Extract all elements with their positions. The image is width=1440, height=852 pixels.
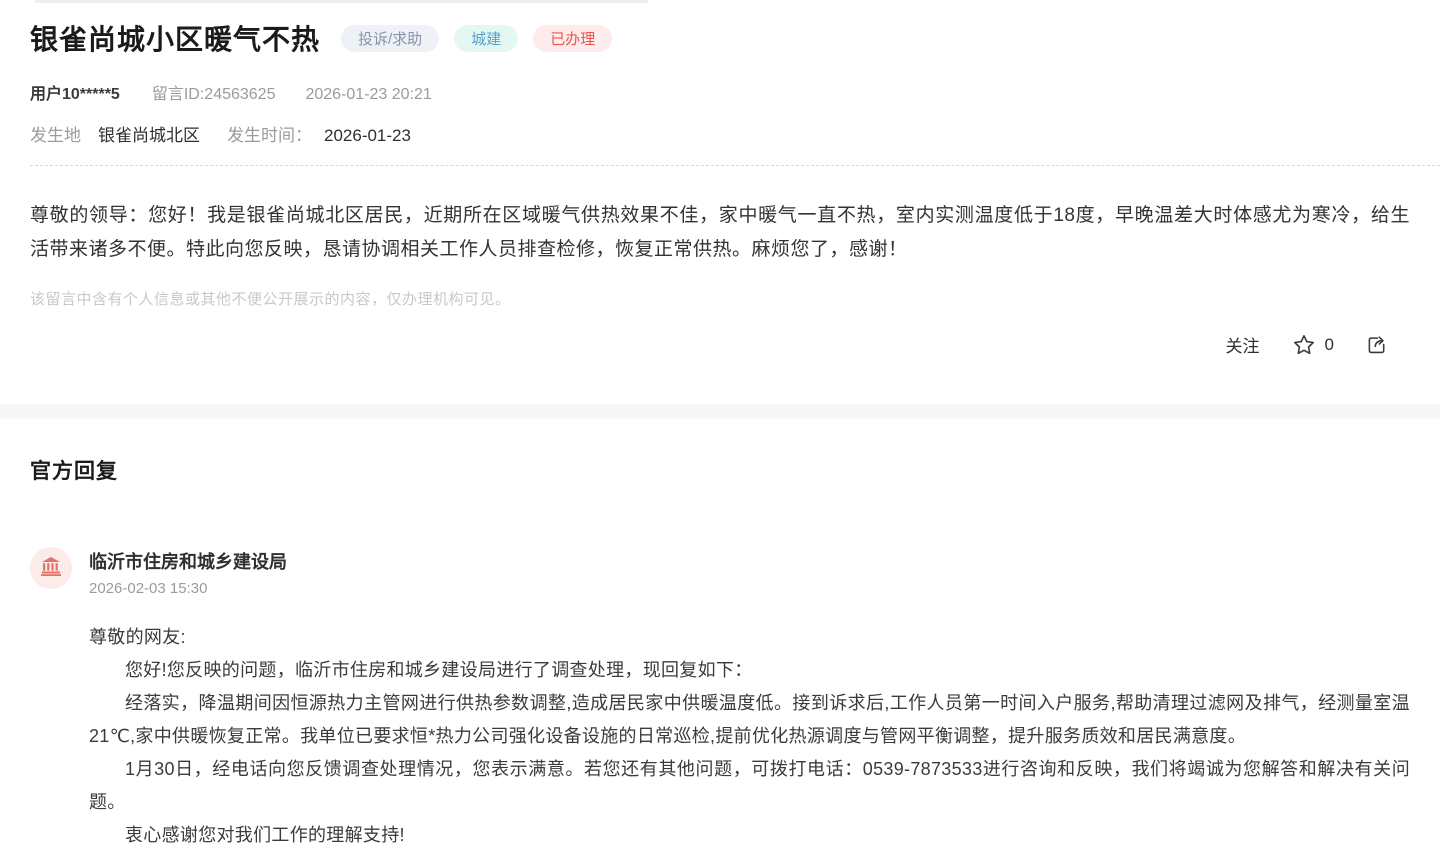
dashed-divider <box>30 165 1440 166</box>
star-count: 0 <box>1325 335 1334 355</box>
reply-paragraph: 尊敬的网友: <box>89 621 1410 654</box>
reply-paragraph: 1月30日，经电话向您反馈调查处理情况，您表示满意。若您还有其他问题，可拨打电话… <box>89 753 1410 819</box>
reply-timestamp: 2026-02-03 15:30 <box>89 580 287 597</box>
location-meta-row: 发生地 银雀尚城北区 发生时间： 2026-01-23 <box>30 121 1410 146</box>
post-title: 银雀尚城小区暖气不热 <box>30 18 320 58</box>
follow-label: 关注 <box>1226 332 1260 357</box>
share-button[interactable] <box>1366 334 1388 356</box>
reply-author-card: 临沂市住房和城乡建设局 2026-02-03 15:30 <box>30 547 1410 597</box>
occur-time-label: 发生时间： <box>227 121 312 146</box>
top-edge-divider <box>35 0 648 3</box>
complaint-detail-page: { "post": { "title": "银雀尚城小区暖气不热", "tags… <box>0 0 1440 799</box>
location-value: 银雀尚城北区 <box>98 121 200 146</box>
star-button[interactable]: 0 <box>1292 333 1334 357</box>
message-id: 留言ID:24563625 <box>152 80 276 104</box>
agency-info: 临沂市住房和城乡建设局 2026-02-03 15:30 <box>89 547 287 597</box>
status-badge: 已办理 <box>533 25 612 52</box>
agency-name[interactable]: 临沂市住房和城乡建设局 <box>89 548 287 574</box>
section-divider-band <box>0 404 1440 419</box>
government-building-icon <box>39 554 63 583</box>
reply-section-title: 官方回复 <box>30 455 1410 485</box>
agency-avatar <box>30 547 72 589</box>
share-box-arrow-icon <box>1366 334 1388 356</box>
post-timestamp: 2026-01-23 20:21 <box>305 86 431 104</box>
tag-complaint-type: 投诉/求助 <box>341 25 439 52</box>
post-body-text: 尊敬的领导：您好！我是银雀尚城北区居民，近期所在区域暖气供热效果不佳，家中暖气一… <box>30 199 1410 267</box>
follow-button[interactable]: 关注 <box>1226 332 1260 357</box>
privacy-note: 该留言中含有个人信息或其他不便公开展示的内容，仅办理机构可见。 <box>30 288 1410 309</box>
title-row: 银雀尚城小区暖气不热 投诉/求助 城建 已办理 <box>30 18 1410 58</box>
tag-category: 城建 <box>454 25 518 52</box>
actions-row: 关注 0 <box>30 332 1410 357</box>
username: 用户10*****5 <box>30 80 120 104</box>
location-label: 发生地 <box>30 121 81 146</box>
reply-paragraph: 衷心感谢您对我们工作的理解支持! <box>89 819 1410 852</box>
post-section: 银雀尚城小区暖气不热 投诉/求助 城建 已办理 用户10*****5 留言ID:… <box>0 0 1440 357</box>
occur-time-value: 2026-01-23 <box>324 126 411 146</box>
reply-body: 尊敬的网友: 您好!您反映的问题，临沂市住房和城乡建设局进行了调查处理，现回复如… <box>89 621 1410 852</box>
official-reply-section: 官方回复 临沂市住房和城乡建设局 2026-02-03 15:30 尊敬的网友: <box>0 419 1440 852</box>
post-meta-row: 用户10*****5 留言ID:24563625 2026-01-23 20:2… <box>30 80 1410 104</box>
reply-paragraph: 您好!您反映的问题，临沂市住房和城乡建设局进行了调查处理，现回复如下： <box>89 654 1410 687</box>
star-icon <box>1292 333 1316 357</box>
reply-paragraph: 经落实，降温期间因恒源热力主管网进行供热参数调整,造成居民家中供暖温度低。接到诉… <box>89 687 1410 753</box>
